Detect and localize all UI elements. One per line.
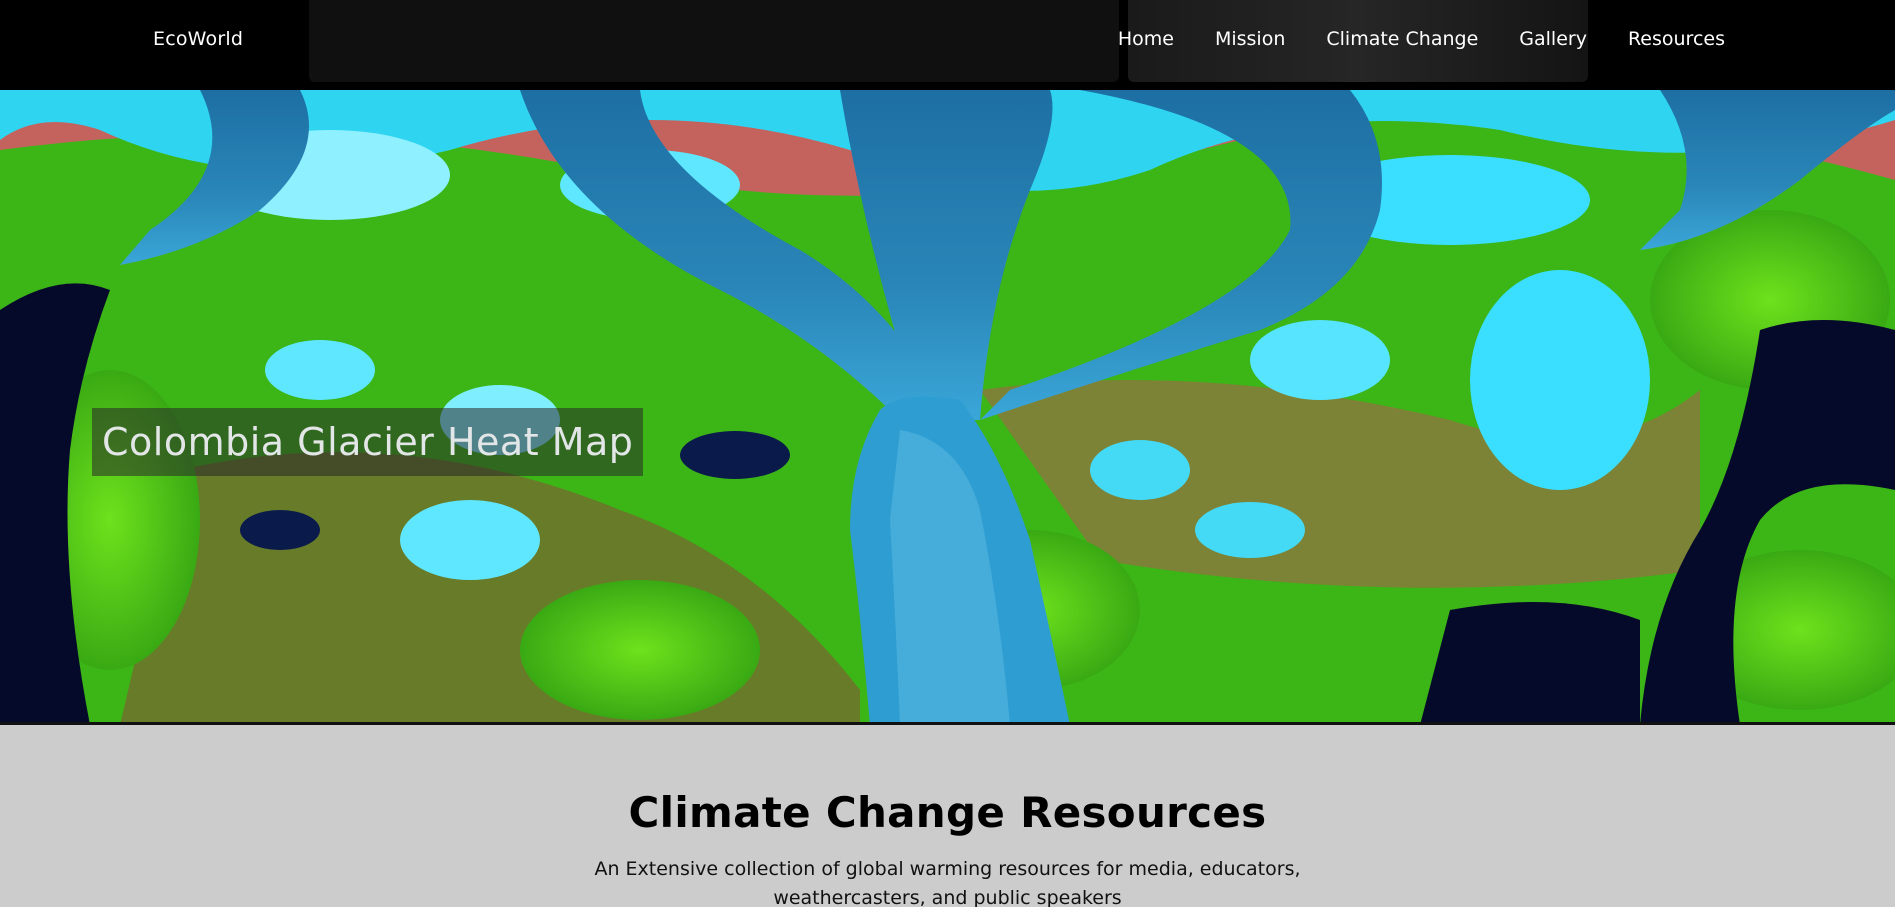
nav-link-home[interactable]: Home xyxy=(1118,28,1174,50)
nav-links: Home Mission Climate Change Gallery Reso… xyxy=(1077,28,1725,50)
top-navbar: EcoWorld Home Mission Climate Change Gal… xyxy=(0,0,1895,90)
hero-banner: Colombia Glacier Heat Map xyxy=(0,90,1895,725)
hero-caption-text: Colombia Glacier Heat Map xyxy=(102,420,634,464)
nav-link-mission[interactable]: Mission xyxy=(1215,28,1285,50)
page: EcoWorld Home Mission Climate Change Gal… xyxy=(0,0,1895,907)
resources-section: Climate Change Resources An Extensive co… xyxy=(0,725,1895,907)
section-title: Climate Change Resources xyxy=(628,788,1267,837)
brand-logo-text[interactable]: EcoWorld xyxy=(153,28,243,50)
hero-caption: Colombia Glacier Heat Map xyxy=(92,408,644,476)
section-description: An Extensive collection of global warmin… xyxy=(594,858,1301,907)
nav-link-climate-change[interactable]: Climate Change xyxy=(1326,28,1478,50)
navbar-background-panel xyxy=(309,0,1119,82)
nav-link-resources[interactable]: Resources xyxy=(1628,28,1725,50)
nav-link-gallery[interactable]: Gallery xyxy=(1519,28,1587,50)
